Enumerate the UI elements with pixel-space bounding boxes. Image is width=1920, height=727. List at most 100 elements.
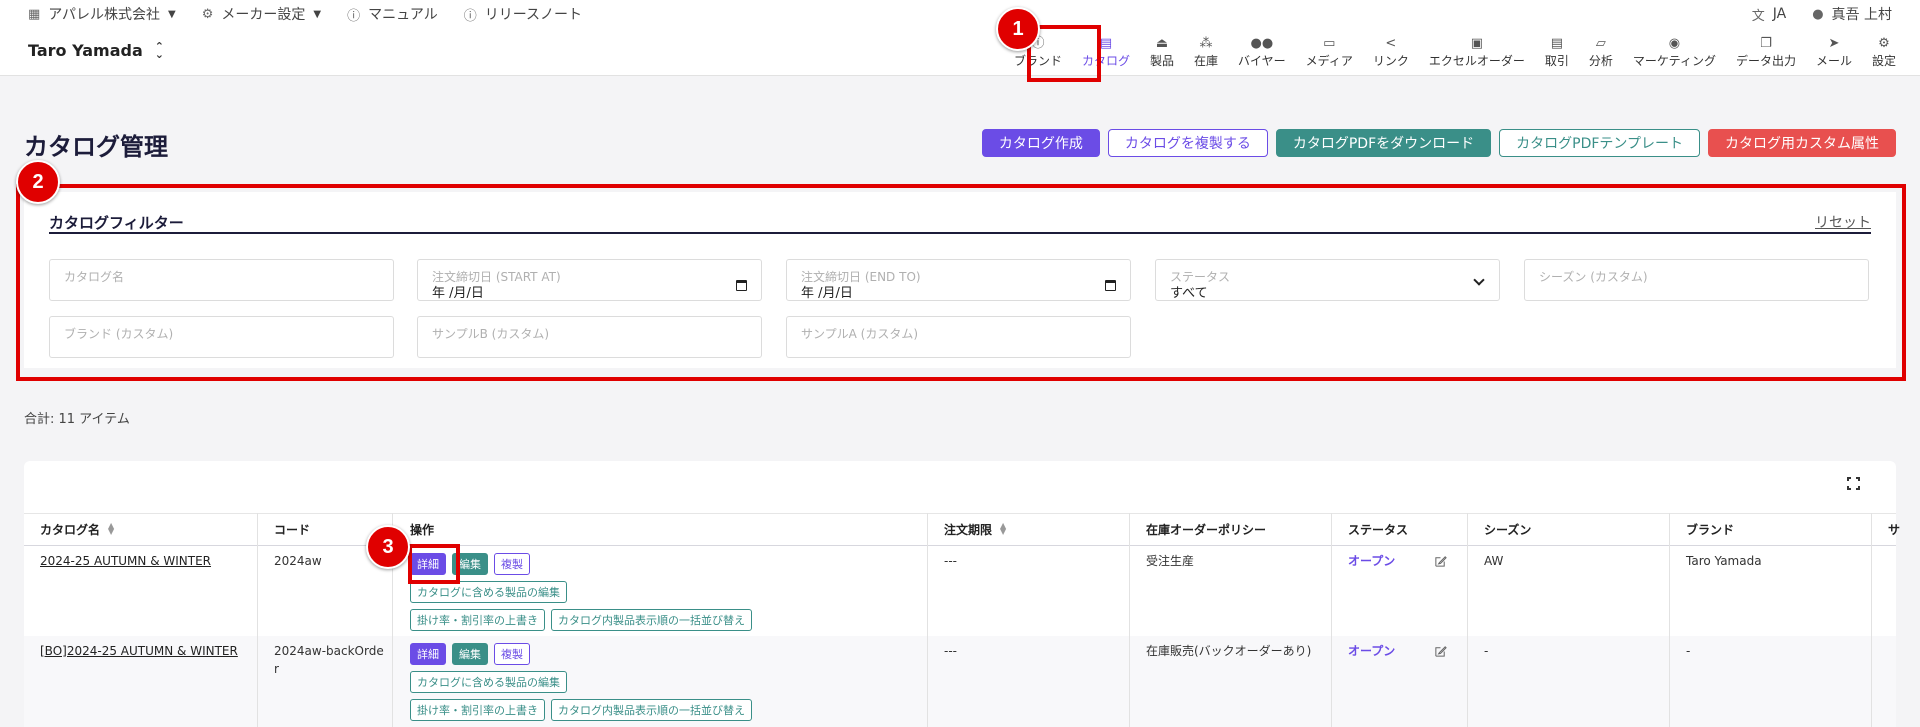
cast-icon: ▭: [1323, 35, 1336, 51]
manual-link[interactable]: ⓘ マニュアル: [347, 4, 438, 24]
header-status: ステータス: [1348, 522, 1409, 537]
maker-settings-menu[interactable]: ⚙ メーカー設定 ▼: [202, 4, 321, 24]
column-divider: [1129, 513, 1130, 727]
boxes-icon: ⁂: [1199, 35, 1213, 51]
user-icon: ●: [1812, 6, 1824, 22]
nav-data-export[interactable]: ❐ データ出力: [1726, 32, 1806, 72]
maker-settings-label: メーカー設定: [221, 7, 306, 23]
order-deadline: ---: [944, 554, 957, 568]
stock-policy: 在庫販売(バックオーダーあり): [1146, 644, 1312, 658]
season-value: AW: [1484, 554, 1504, 568]
annotation-badge-2: 2: [16, 160, 60, 204]
highlight-box-detail-button: [408, 544, 460, 584]
annotation-badge-3: 3: [366, 525, 410, 569]
nav-label: 分析: [1588, 53, 1613, 68]
info-icon: ⓘ: [463, 8, 477, 24]
header-catalog-name[interactable]: カタログ名 ▲ ▼: [40, 513, 114, 545]
people-icon: ●●: [1250, 35, 1274, 51]
nav-label: 取引: [1544, 53, 1569, 68]
annotation-badge-1: 1: [996, 7, 1040, 51]
header-deadline[interactable]: 注文期限 ▲ ▼: [944, 513, 1006, 545]
bulk-sort-button[interactable]: カタログ内製品表示順の一括並び替え: [551, 609, 752, 631]
main-nav: ⓘ ブランド ▤ カタログ ⏏ 製品 ⁂ 在庫 ●● バイヤー ▭ メディア < リンク ▣ エ…: [1004, 32, 1906, 72]
bulk-sort-button[interactable]: カタログ内製品表示順の一括並び替え: [551, 699, 752, 721]
nav-analytics[interactable]: ▱ 分析: [1579, 32, 1623, 72]
header-season: シーズン: [1484, 522, 1532, 537]
nav-mail[interactable]: ➤ メール: [1806, 32, 1862, 72]
company-name: アパレル株式会社: [48, 7, 161, 23]
custom-attribute-button[interactable]: カタログ用カスタム属性: [1708, 129, 1896, 157]
column-divider: [1331, 513, 1332, 727]
chat-icon: ▤: [1550, 35, 1564, 51]
catalog-name-link[interactable]: [BO]2024-25 AUTUMN & WINTER: [40, 642, 255, 660]
season-value: -: [1484, 644, 1489, 658]
manual-label: マニュアル: [368, 7, 438, 23]
copy-button[interactable]: 複製: [494, 643, 530, 665]
pdf-template-button[interactable]: カタログPDFテンプレート: [1499, 129, 1700, 157]
share-icon: <: [1385, 35, 1397, 51]
fullscreen-icon[interactable]: [1847, 477, 1860, 490]
nav-label: 設定: [1871, 53, 1896, 68]
nav-inventory[interactable]: ⁂ 在庫: [1184, 32, 1228, 72]
copy-button[interactable]: 複製: [494, 553, 530, 575]
header-operations: 操作: [410, 522, 435, 537]
catalog-code: 2024aw-backOrder: [274, 644, 384, 676]
nav-label: マーケティング: [1632, 53, 1716, 68]
duplicate-catalog-button[interactable]: カタログを複製する: [1107, 129, 1268, 157]
nav-label: バイヤー: [1238, 53, 1286, 68]
user-menu[interactable]: ● 真吾 上村: [1812, 4, 1892, 24]
override-rate-button[interactable]: 掛け率・割引率の上書き: [410, 609, 545, 631]
header-label: 注文期限: [944, 522, 993, 537]
edit-status-icon[interactable]: [1434, 555, 1447, 568]
sort-icon[interactable]: ▲ ▼: [108, 522, 114, 536]
nav-label: データ出力: [1735, 53, 1796, 68]
copy-icon: ❐: [1760, 35, 1772, 51]
edit-button[interactable]: 編集: [452, 643, 488, 665]
chart-icon: ▱: [1595, 35, 1606, 51]
edit-status-icon[interactable]: [1434, 645, 1447, 658]
nav-excel-order[interactable]: ▣ エクセルオーダー: [1419, 32, 1535, 72]
detail-button[interactable]: 詳細: [410, 643, 446, 665]
status-badge: オープン: [1348, 554, 1396, 568]
release-notes-link[interactable]: ⓘ リリースノート: [464, 4, 582, 24]
nav-label: リンク: [1372, 53, 1409, 68]
nav-media[interactable]: ▭ メディア: [1296, 32, 1363, 72]
help-icon: ⓘ: [347, 8, 361, 24]
company-switcher[interactable]: ▦ アパレル株式会社 ▼: [28, 4, 176, 24]
download-pdf-button[interactable]: カタログPDFをダウンロード: [1275, 129, 1492, 157]
nav-label: 在庫: [1194, 53, 1219, 68]
nav-products[interactable]: ⏏ 製品: [1140, 32, 1184, 72]
catalog-name-link[interactable]: 2024-25 AUTUMN & WINTER: [40, 552, 250, 570]
nav-settings[interactable]: ⚙ 設定: [1862, 32, 1906, 72]
gear-icon: ⚙: [1878, 35, 1890, 51]
caret-down-icon: ▼: [313, 8, 322, 20]
nav-transactions[interactable]: ▤ 取引: [1535, 32, 1579, 72]
catalog-table: カタログ名 ▲ ▼ コード 操作 注文期限 ▲ ▼ 在庫オーダーポリシー ステータス…: [24, 461, 1900, 727]
send-icon: ➤: [1828, 35, 1840, 51]
page-actions: カタログ作成 カタログを複製する カタログPDFをダウンロード カタログPDFテ…: [974, 129, 1896, 157]
edit-products-button[interactable]: カタログに含める製品の編集: [410, 671, 567, 693]
column-divider: [1467, 513, 1468, 727]
language-label: JA: [1772, 6, 1787, 22]
create-catalog-button[interactable]: カタログ作成: [981, 129, 1100, 157]
override-rate-button[interactable]: 掛け率・割引率の上書き: [410, 699, 545, 721]
header-extra: サ: [1888, 522, 1901, 537]
nav-links[interactable]: < リンク: [1363, 32, 1419, 72]
total-count: 合計: 11 アイテム: [24, 412, 130, 427]
nav-label: メディア: [1305, 53, 1353, 68]
brand-name: Taro Yamada: [28, 41, 143, 60]
brand-switcher[interactable]: Taro Yamada ⌃ ⌄: [28, 41, 164, 61]
sort-icon[interactable]: ▲ ▼: [1000, 522, 1006, 536]
nav-label: 製品: [1150, 53, 1175, 68]
building-icon: ▦: [28, 6, 41, 22]
hanger-icon: ⏏: [1155, 35, 1169, 51]
translate-icon: 文: [1751, 8, 1765, 24]
edit-products-button[interactable]: カタログに含める製品の編集: [410, 581, 567, 603]
highlight-box-filter: [16, 184, 1906, 381]
nav-buyers[interactable]: ●● バイヤー: [1228, 32, 1296, 72]
header-brand: ブランド: [1686, 522, 1735, 537]
page-title: カタログ管理: [24, 133, 168, 161]
language-switcher[interactable]: 文 JA: [1752, 5, 1786, 24]
nav-marketing[interactable]: ◉ マーケティング: [1623, 32, 1726, 72]
gear-icon: ⚙: [201, 6, 214, 22]
